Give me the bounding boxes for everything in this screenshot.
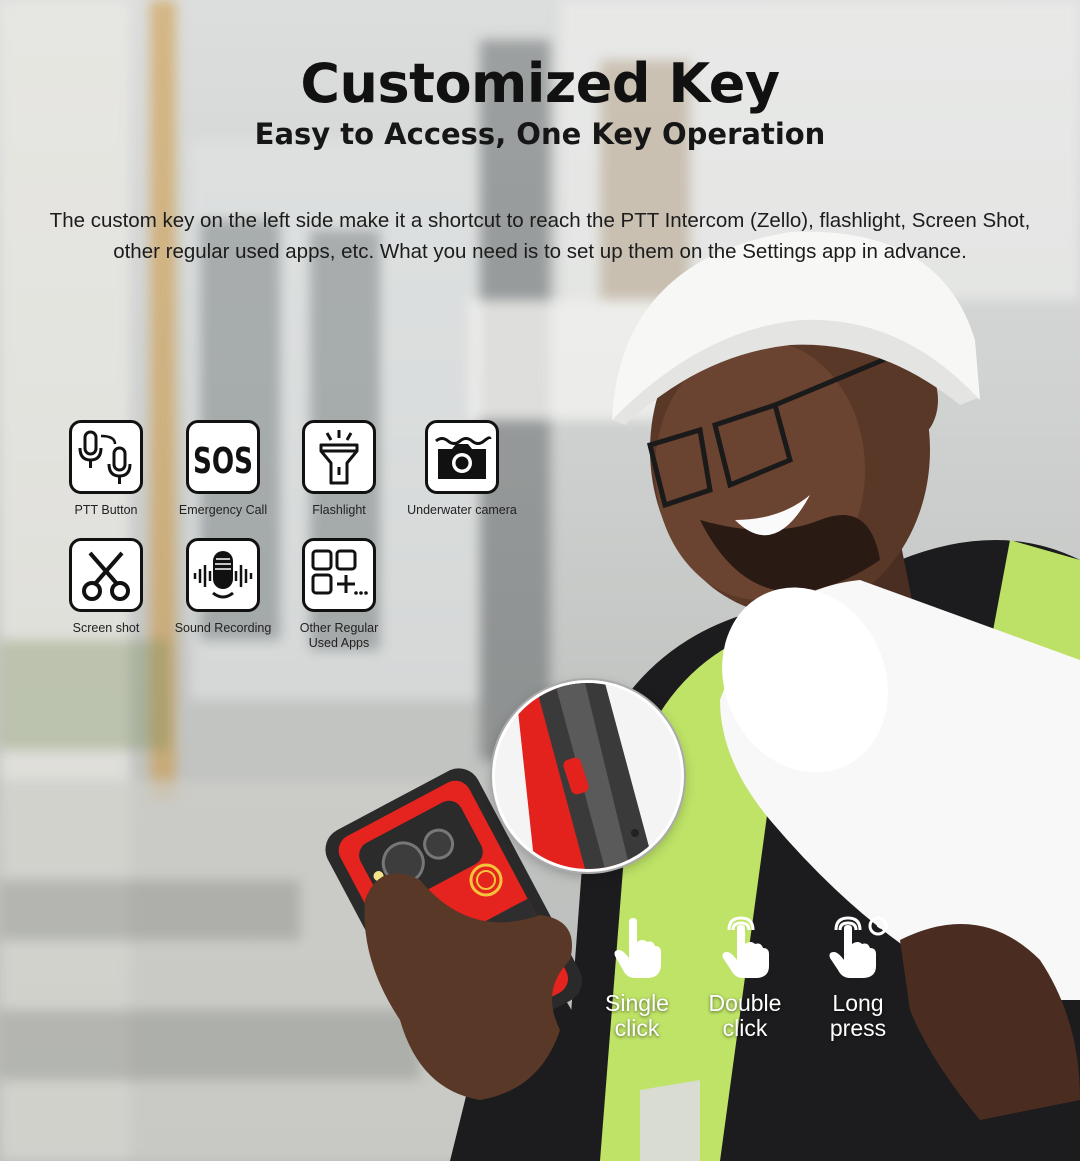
gesture-double-click: Double click: [690, 916, 800, 1041]
gesture-label: Long press: [803, 991, 913, 1041]
underwater-camera-icon: [425, 420, 499, 494]
description-line-2: other regular used apps, etc. What you n…: [113, 240, 967, 263]
svg-text:SOS: SOS: [193, 441, 253, 479]
feature-label: Underwater camera: [407, 503, 517, 517]
feature-label: Flashlight: [312, 503, 366, 517]
gesture-label-line-1: Double: [708, 990, 782, 1016]
double-tap-icon: [722, 916, 769, 978]
custom-key-closeup: [495, 683, 681, 869]
ptt-icon: [69, 420, 143, 494]
description-line-1: The custom key on the left side make it …: [49, 209, 1031, 232]
feature-flashlight: Flashlight: [269, 420, 409, 518]
apps-grid-icon: [302, 538, 376, 612]
long-press-icon: [829, 916, 888, 978]
flashlight-icon: [302, 420, 376, 494]
feature-label: Other Regular Used Apps: [269, 621, 409, 651]
feature-label-line-1: Other Regular: [299, 621, 379, 635]
page-title: Customized Key: [300, 52, 780, 115]
page-subtitle: Easy to Access, One Key Operation: [254, 117, 826, 151]
gesture-label-line-1: Single: [605, 990, 669, 1016]
gesture-label: Single click: [582, 991, 692, 1041]
gesture-long-press: Long press: [803, 916, 913, 1041]
sos-icon: SOS: [186, 420, 260, 494]
feature-label-line-2: Used Apps: [308, 636, 370, 650]
microphone-icon: [186, 538, 260, 612]
gesture-label-line-2: click: [722, 1015, 768, 1041]
gesture-label-line-1: Long: [832, 990, 884, 1016]
feature-underwater-camera: Underwater camera: [392, 420, 532, 518]
custom-key-zoom: [492, 680, 684, 872]
gesture-label: Double click: [690, 991, 800, 1041]
gesture-label-line-2: click: [614, 1015, 660, 1041]
description: The custom key on the left side make it …: [40, 205, 1040, 267]
gesture-label-line-2: press: [829, 1015, 887, 1041]
feature-other-apps: Other Regular Used Apps: [269, 538, 409, 651]
gesture-single-click: Single click: [582, 916, 692, 1041]
single-tap-icon: [614, 918, 661, 978]
scissors-icon: [69, 538, 143, 612]
page: Customized Key Easy to Access, One Key O…: [0, 0, 1080, 1161]
